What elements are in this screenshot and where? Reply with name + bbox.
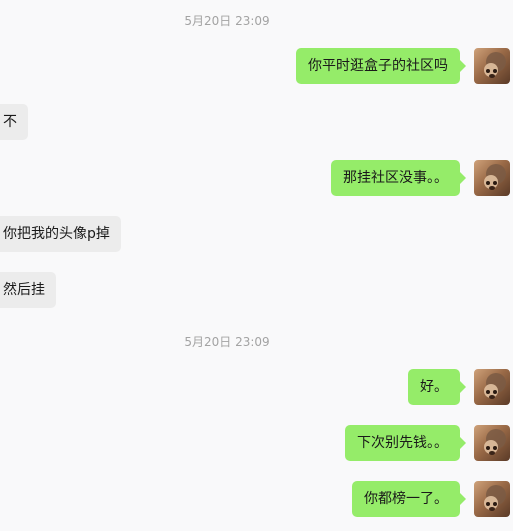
self-avatar[interactable] (474, 369, 510, 405)
message-bubble-incoming[interactable]: 然后挂 (0, 272, 56, 308)
self-avatar[interactable] (474, 481, 510, 517)
dog-photo-icon (484, 485, 506, 511)
self-avatar[interactable] (474, 425, 510, 461)
message-bubble-outgoing[interactable]: 你平时逛盒子的社区吗 (296, 48, 466, 84)
message-bubble-outgoing[interactable]: 下次别先钱。。 (345, 425, 466, 461)
message-bubble-outgoing[interactable]: 那挂社区没事。。 (331, 160, 466, 196)
timestamp: 5月20日 23:09 (184, 335, 270, 349)
message-bubble-outgoing[interactable]: 你都榜一了。 (352, 481, 466, 517)
message-bubble-incoming[interactable]: 你把我的头像p掉 (0, 216, 121, 252)
dog-photo-icon (484, 429, 506, 455)
dog-photo-icon (484, 52, 506, 78)
dog-photo-icon (484, 164, 506, 190)
chat-message-list: 5月20日 23:09 你平时逛盒子的社区吗 不 那挂社区没事。。 你把我的头像… (0, 0, 513, 531)
message-bubble-incoming[interactable]: 不 (0, 104, 28, 140)
self-avatar[interactable] (474, 48, 510, 84)
message-bubble-outgoing[interactable]: 好。 (408, 369, 466, 405)
dog-photo-icon (484, 373, 506, 399)
self-avatar[interactable] (474, 160, 510, 196)
timestamp: 5月20日 23:09 (184, 14, 270, 28)
